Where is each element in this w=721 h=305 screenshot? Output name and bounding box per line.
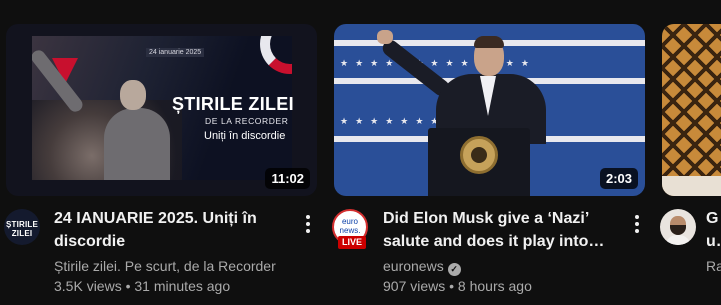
thumbnail-subhead: DE LA RECORDER — [205, 116, 289, 126]
video-title[interactable]: Gu Sh — [706, 207, 721, 253]
avatar-logo-text: ȘTIRILE ZILEI — [5, 220, 39, 238]
thumbnail-date: 24 ianuarie 2025 — [146, 48, 205, 57]
channel-name[interactable]: Știrile zilei. Pe scurt, de la Recorder — [54, 256, 276, 276]
live-badge: LIVE — [338, 236, 367, 249]
more-vertical-icon[interactable] — [625, 209, 649, 237]
avatar-logo-text: euro news. — [339, 217, 361, 235]
channel-avatar[interactable]: ȘTIRILE ZILEI — [4, 209, 40, 245]
verified-check-icon: ✓ — [447, 263, 461, 276]
video-thumbnail[interactable]: ★★★★★★★★★★★★★ ★★★★★★★★★★★★★ 2:03 — [334, 24, 645, 196]
more-vertical-icon[interactable] — [296, 209, 320, 237]
video-thumbnail[interactable]: 24 ianuarie 2025 ȘTIRILE ZILEI DE LA REC… — [6, 24, 317, 196]
video-stats: 3.5K views • 31 minutes ago — [54, 278, 231, 294]
video-stats: 907 views • 8 hours ago — [383, 278, 532, 294]
video-title[interactable]: 24 IANUARIE 2025. Uniți în discordie — [54, 207, 286, 253]
channel-name[interactable]: euronews — [383, 258, 444, 274]
duration-badge: 11:02 — [265, 168, 310, 189]
video-title[interactable]: Did Elon Musk give a ‘Nazi’ salute and d… — [383, 207, 619, 253]
channel-name[interactable]: Ra — [706, 256, 721, 276]
channel-name-row: euronews ✓ — [383, 256, 461, 276]
video-thumbnail[interactable] — [662, 24, 721, 196]
channel-avatar[interactable] — [660, 209, 696, 245]
thumbnail-headline: ȘTIRILE ZILEI — [172, 94, 294, 114]
presidential-seal-icon — [460, 136, 498, 174]
logo-circle-graphic — [260, 36, 292, 74]
duration-badge: 2:03 — [599, 168, 638, 189]
thumbnail-tagline: Uniți în discordie — [204, 130, 286, 142]
